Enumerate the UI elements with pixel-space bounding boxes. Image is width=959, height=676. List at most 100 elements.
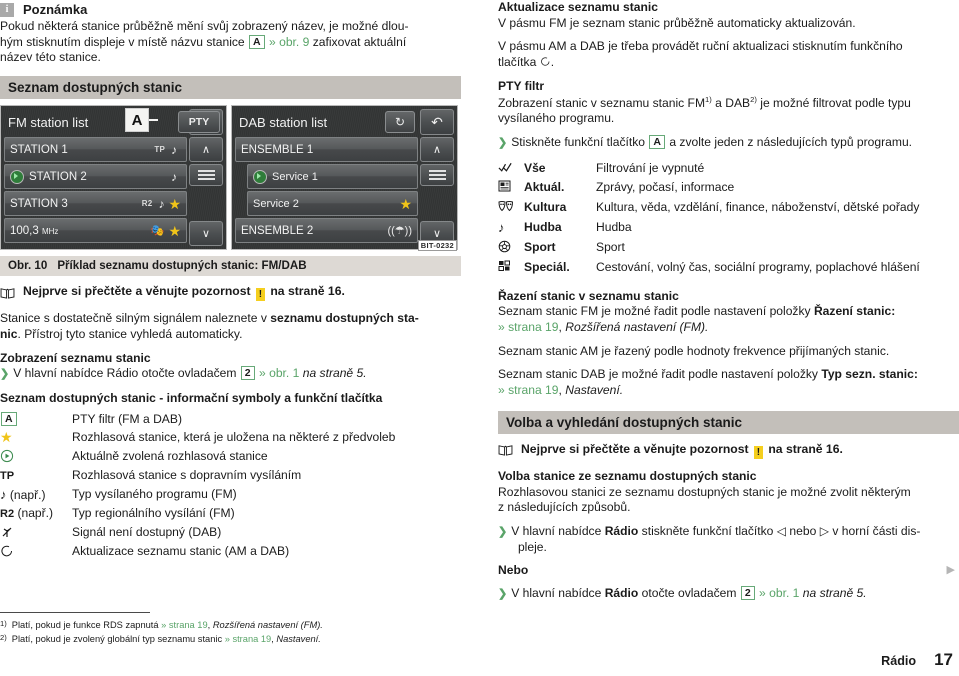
- note-body: Pokud některá stanice průběžně mění svůj…: [0, 19, 461, 66]
- legend-row: ★ Rozhlasová stanice, která je uložena n…: [0, 428, 461, 447]
- footnote-ref-2: 2): [750, 94, 757, 104]
- footnote-1: 1) Platí, pokud je funkce RDS zapnutá » …: [0, 618, 340, 632]
- fm-row-3[interactable]: STATION 3 R2 ♪ ★: [4, 191, 187, 217]
- ball-icon: [498, 240, 511, 252]
- paragraph-signal-a: Stanice s dostatečně silným signálem nal…: [0, 311, 271, 326]
- paragraph-sort-dab-ref[interactable]: » strana 19: [498, 383, 559, 397]
- dab-row-4[interactable]: ENSEMBLE 2 ((☂)): [235, 218, 418, 244]
- read-first-2-post: na straně 16.: [768, 441, 843, 456]
- pty-name: Vše: [524, 160, 546, 175]
- paragraph-signal: Stanice s dostatečně silným signálem nal…: [0, 311, 461, 342]
- bullet-pty-text: Stiskněte funkční tlačítko A a zvolte je…: [511, 135, 912, 151]
- bullet-pty-a: Stiskněte funkční tlačítko: [511, 135, 645, 150]
- warning-icon: !: [753, 445, 763, 459]
- bullet-choose-2-ref[interactable]: » obr. 1: [759, 586, 799, 600]
- fm-panel-title: FM station list: [8, 114, 89, 130]
- paragraph-pty-c: je možné filtrovat podle typu: [756, 95, 911, 110]
- figure-code: BIT-0232: [417, 240, 457, 252]
- legend-desc: Rozhlasová stanice, která je uložena na …: [72, 429, 396, 444]
- note-body-line1: Pokud některá stanice průběžně mění svůj…: [0, 19, 409, 33]
- dab-row-2[interactable]: Service 1: [247, 164, 418, 190]
- warning-icon: !: [255, 288, 265, 302]
- read-first-2-pre: Nejprve si přečtěte a věnujte pozornost: [521, 441, 749, 456]
- fm-row-1[interactable]: STATION 1 TP ♪: [4, 137, 187, 163]
- bullet-choose-1-b: stiskněte funkční tlačítko ◁ nebo ▷ v ho…: [638, 524, 921, 539]
- bullet-display-ref[interactable]: » obr. 1: [259, 366, 299, 380]
- fm-row-2[interactable]: STATION 2 ♪: [4, 164, 187, 190]
- list-icon[interactable]: [189, 164, 223, 187]
- up-arrow-icon[interactable]: ∧: [189, 137, 223, 163]
- fm-row-4[interactable]: 100,3 MHz 🎭 ★: [4, 218, 187, 244]
- footnote-1-a: Platí, pokud je funkce RDS zapnutá: [11, 620, 162, 630]
- fm-row-3-name: STATION 3: [10, 197, 68, 210]
- paragraph-sort-dab-a: Seznam stanic DAB je možné řadit podle n…: [498, 367, 822, 382]
- dab-row-4-name: ENSEMBLE 2: [241, 224, 314, 237]
- down-arrow-icon[interactable]: ∨: [189, 221, 223, 247]
- back-arrow-icon[interactable]: ↶: [420, 109, 454, 136]
- dab-scroll-track[interactable]: [420, 188, 454, 219]
- list-icon[interactable]: [420, 164, 454, 187]
- pty-desc: Hudba: [596, 219, 632, 234]
- book-icon: [0, 287, 15, 299]
- fm-row-3-r2-icon: R2: [141, 199, 153, 209]
- paragraph-sort-fm-ref[interactable]: » strana 19: [498, 320, 559, 334]
- footnote-1-text: Platí, pokud je funkce RDS zapnutá » str…: [12, 618, 323, 632]
- list-icon-bars: [197, 170, 215, 181]
- grid-icon: [498, 260, 510, 272]
- music-note-icon: ♪: [171, 142, 177, 157]
- paragraph-sort-fm: Seznam stanic FM je možné řadit podle na…: [498, 304, 959, 335]
- fm-scroll-track[interactable]: [189, 188, 223, 219]
- legend-row: Signál není dostupný (DAB): [0, 523, 461, 542]
- legend-symbol-cell: [0, 523, 72, 542]
- legend-symbol-cell: R2 (např.): [0, 504, 72, 523]
- footnote-1-ref[interactable]: » strana 19: [161, 620, 208, 630]
- legend-symbol-cell: [0, 542, 72, 561]
- read-first-pre: Nejprve si přečtěte a věnujte pozornost: [23, 284, 251, 299]
- play-circle-icon: [0, 449, 14, 462]
- legend-row: TP Rozhlasová stanice s dopravním vysílá…: [0, 466, 461, 485]
- bullet-choose-1-bold: Rádio: [604, 524, 639, 539]
- right-column: Aktualizace seznamu stanic V pásmu FM je…: [498, 0, 959, 676]
- list-icon-bars: [428, 170, 446, 181]
- paragraph-sort-am: Seznam stanic AM je řazený podle hodnoty…: [498, 343, 890, 358]
- heading-update-list: Aktualizace seznamu stanic: [498, 0, 658, 14]
- pty-type-row: Vše Filtrování je vypnuté: [498, 159, 959, 179]
- pty-desc: Zprávy, počasí, informace: [596, 180, 735, 195]
- bullet-choose-2-text: V hlavní nabídce Rádio otočte ovladačem …: [511, 586, 867, 602]
- fm-panel-title-row: FM station list: [4, 109, 187, 135]
- pty-icon-cell: [498, 199, 524, 219]
- pty-icon-cell: [498, 238, 524, 259]
- bullet-choose-2-bold: Rádio: [604, 586, 639, 601]
- paragraph-choose-b: z následujících způsobů.: [498, 500, 631, 515]
- paragraph-choose: Rozhlasovou stanici ze seznamu dostupnýc…: [498, 485, 959, 516]
- arrow-bullet-icon: ❯: [498, 526, 508, 539]
- pty-button[interactable]: PTY: [178, 111, 220, 134]
- up-arrow-icon[interactable]: ∧: [420, 137, 454, 163]
- refresh-icon[interactable]: ↻: [385, 111, 415, 134]
- dab-row-3[interactable]: Service 2 ★: [247, 191, 418, 217]
- dab-station-list-panel: DAB station list ENSEMBLE 1 Service 1 Se…: [231, 105, 458, 252]
- legend-row: R2 (např.) Typ regionálního vysílání (FM…: [0, 504, 461, 523]
- pty-type-row: ♪ Hudba Hudba: [498, 218, 959, 238]
- paragraph-sort-dab-italic: Nastavení.: [565, 383, 624, 398]
- music-note-icon: ♪: [498, 219, 505, 235]
- news-icon: [498, 180, 511, 192]
- heading-pty-filter: PTY filtr: [498, 78, 545, 93]
- dab-row-1[interactable]: ENSEMBLE 1: [235, 137, 418, 163]
- masks-icon: 🎭: [150, 225, 165, 238]
- pty-name: Speciál.: [524, 260, 570, 275]
- play-circle-icon: [253, 169, 267, 184]
- note-ref[interactable]: » obr. 9: [269, 35, 309, 49]
- page-footer: Rádio 17: [881, 650, 953, 670]
- pty-icon-cell: [498, 159, 524, 179]
- footnote-2-ref[interactable]: » strana 19: [225, 634, 272, 644]
- legend-desc: PTY filtr (FM a DAB): [72, 411, 182, 426]
- tp-icon: TP: [0, 469, 15, 482]
- bullet-pty-press: ❯ Stiskněte funkční tlačítko A a zvolte …: [498, 135, 959, 151]
- fm-list: FM station list STATION 1 TP ♪ STATION 2…: [4, 109, 187, 246]
- bullet-choose-2: ❯ V hlavní nabídce Rádio otočte ovladače…: [498, 586, 959, 602]
- pty-name: Sport: [524, 239, 556, 254]
- symbols-heading: Seznam dostupných stanic - informační sy…: [0, 391, 383, 406]
- bullet-choose-2-b: otočte ovladačem: [638, 586, 737, 601]
- star-icon: ★: [399, 195, 412, 212]
